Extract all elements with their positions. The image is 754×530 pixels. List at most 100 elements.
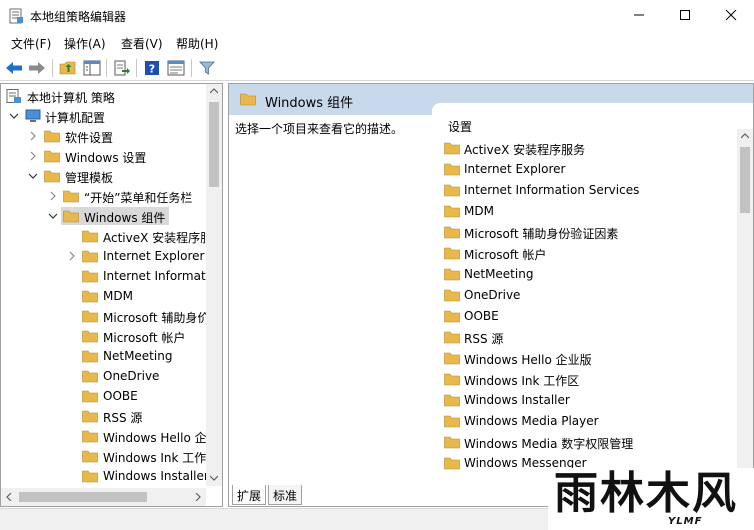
export-list-icon bbox=[114, 60, 130, 76]
chevron-down-icon[interactable] bbox=[9, 111, 19, 121]
properties-button[interactable] bbox=[166, 58, 186, 78]
chevron-down-icon[interactable] bbox=[48, 211, 58, 221]
chevron-down-icon[interactable] bbox=[28, 171, 38, 181]
list-item[interactable]: RSS 源 bbox=[444, 327, 734, 348]
folder-icon bbox=[82, 390, 98, 403]
tree-item-label: Internet Informati bbox=[103, 269, 209, 283]
list-item[interactable]: Internet Information Services bbox=[444, 180, 734, 201]
tree-item-local-computer-policy[interactable]: 本地计算机 策略 bbox=[1, 86, 211, 106]
tree-item-windows-settings[interactable]: Windows 设置 bbox=[1, 146, 211, 166]
folder-icon bbox=[82, 410, 98, 423]
list-item[interactable]: Windows Media 数字权限管理 bbox=[444, 432, 734, 453]
scroll-down-arrow-icon[interactable] bbox=[210, 475, 218, 481]
scroll-up-arrow-icon[interactable] bbox=[741, 133, 749, 139]
scroll-right-arrow-icon[interactable] bbox=[195, 493, 201, 501]
folder-icon bbox=[82, 450, 98, 463]
list-item[interactable]: Windows Ink 工作区 bbox=[444, 369, 734, 390]
list-item[interactable]: Windows Installer bbox=[444, 390, 734, 411]
list-item[interactable]: Windows Hello 企业版 bbox=[444, 348, 734, 369]
folder-icon bbox=[82, 230, 98, 243]
list-vertical-scroll-thumb[interactable] bbox=[740, 147, 750, 213]
folder-icon bbox=[63, 190, 79, 203]
list-item[interactable]: ActiveX 安装程序服务 bbox=[444, 138, 734, 159]
tree-item-ms-account[interactable]: Microsoft 帐户 bbox=[1, 326, 211, 346]
tree-item-windows-hello[interactable]: Windows Hello 企 bbox=[1, 426, 211, 446]
show-hide-tree-button[interactable] bbox=[82, 58, 102, 78]
chevron-right-icon[interactable] bbox=[28, 151, 38, 161]
tree-item-software-settings[interactable]: 软件设置 bbox=[1, 126, 211, 146]
menu-help[interactable]: 帮助(H) bbox=[176, 35, 218, 52]
minimize-button[interactable] bbox=[616, 0, 662, 30]
tree-item-windows-components[interactable]: Windows 组件 bbox=[1, 206, 211, 226]
tree-item-netmeeting[interactable]: NetMeeting bbox=[1, 346, 211, 366]
tree-item-onedrive[interactable]: OneDrive bbox=[1, 366, 211, 386]
close-button[interactable] bbox=[708, 0, 754, 30]
maximize-button[interactable] bbox=[662, 0, 708, 30]
back-button[interactable] bbox=[4, 58, 24, 78]
forward-button[interactable] bbox=[27, 58, 47, 78]
tree-item-label: Microsoft 帐户 bbox=[103, 331, 186, 345]
tree-item-windows-installer[interactable]: Windows Installer bbox=[1, 466, 211, 486]
watermark-sub-text: YLMF bbox=[668, 516, 703, 527]
list-vertical-scrollbar[interactable] bbox=[737, 129, 753, 499]
folder-icon bbox=[444, 226, 460, 239]
tab-standard[interactable]: 标准 bbox=[268, 485, 303, 505]
tree-horizontal-scrollbar[interactable] bbox=[1, 488, 206, 506]
filter-button[interactable] bbox=[197, 58, 217, 78]
tree-item-label: OneDrive bbox=[103, 369, 160, 383]
tree-item-label: NetMeeting bbox=[103, 349, 173, 363]
scroll-up-arrow-icon[interactable] bbox=[210, 88, 218, 94]
list-item[interactable]: OOBE bbox=[444, 306, 734, 327]
scroll-left-arrow-icon[interactable] bbox=[6, 493, 12, 501]
list-item[interactable]: Microsoft 辅助身份验证因素 bbox=[444, 222, 734, 243]
tree-item-label: Windows Hello 企 bbox=[103, 431, 207, 445]
tree-item-label: Windows 设置 bbox=[65, 151, 147, 165]
menu-action[interactable]: 操作(A) bbox=[64, 35, 106, 52]
chevron-right-icon[interactable] bbox=[28, 131, 38, 141]
tree-horizontal-scroll-thumb[interactable] bbox=[19, 492, 147, 502]
tree-item-activex[interactable]: ActiveX 安装程序服 bbox=[1, 226, 212, 246]
tree-item-windows-ink[interactable]: Windows Ink 工作 bbox=[1, 446, 211, 466]
menu-file[interactable]: 文件(F) bbox=[11, 35, 51, 52]
list-item-label: Internet Information Services bbox=[464, 183, 640, 197]
column-header-settings[interactable]: 设置 bbox=[448, 118, 472, 135]
chevron-right-icon[interactable] bbox=[48, 191, 58, 201]
tree-item-iis[interactable]: Internet Informati bbox=[1, 266, 211, 286]
list-item[interactable]: Windows Media Player bbox=[444, 411, 734, 432]
details-header-title: Windows 组件 bbox=[265, 96, 354, 111]
chevron-right-icon[interactable] bbox=[67, 251, 77, 261]
folder-icon bbox=[82, 330, 98, 343]
export-list-button[interactable] bbox=[112, 58, 132, 78]
tree-item-internet-explorer[interactable]: Internet Explorer bbox=[1, 246, 211, 266]
tree-item-start-menu-taskbar[interactable]: “开始”菜单和任务栏 bbox=[1, 186, 211, 206]
list-item[interactable]: Microsoft 帐户 bbox=[444, 243, 734, 264]
help-button[interactable]: ? bbox=[142, 58, 162, 78]
list-item-label: Windows Media 数字权限管理 bbox=[464, 437, 634, 451]
tab-extended[interactable]: 扩展 bbox=[232, 485, 267, 505]
list-item[interactable]: NetMeeting bbox=[444, 264, 734, 285]
folder-icon bbox=[444, 310, 460, 323]
list-item[interactable]: OneDrive bbox=[444, 285, 734, 306]
computer-policy-icon bbox=[6, 89, 21, 103]
tree-item-label: OOBE bbox=[103, 389, 138, 403]
tree-item-oobe[interactable]: OOBE bbox=[1, 386, 211, 406]
tree-item-mdm[interactable]: MDM bbox=[1, 286, 211, 306]
up-one-level-button[interactable] bbox=[58, 58, 78, 78]
tree-item-rss[interactable]: RSS 源 bbox=[1, 406, 211, 426]
tree-vertical-scroll-thumb[interactable] bbox=[209, 102, 219, 187]
list-item-label: Windows Installer bbox=[464, 393, 570, 407]
tree-item-admin-templates[interactable]: 管理模板 bbox=[1, 166, 211, 186]
folder-icon bbox=[82, 370, 98, 383]
list-item[interactable]: MDM bbox=[444, 201, 734, 222]
computer-icon bbox=[25, 109, 41, 122]
list-item-label: Windows Hello 企业版 bbox=[464, 353, 592, 367]
menu-view[interactable]: 查看(V) bbox=[121, 35, 163, 52]
toolbar-separator bbox=[106, 59, 107, 77]
tree-item-computer-config[interactable]: 计算机配置 bbox=[1, 106, 211, 126]
list-item[interactable]: Internet Explorer bbox=[444, 159, 734, 180]
svg-text:?: ? bbox=[149, 63, 155, 76]
folder-icon bbox=[444, 163, 460, 176]
tree-vertical-scrollbar[interactable] bbox=[206, 84, 222, 486]
tree-item-ms-secondary-auth[interactable]: Microsoft 辅助身价 bbox=[1, 306, 211, 326]
folder-icon bbox=[82, 270, 98, 283]
